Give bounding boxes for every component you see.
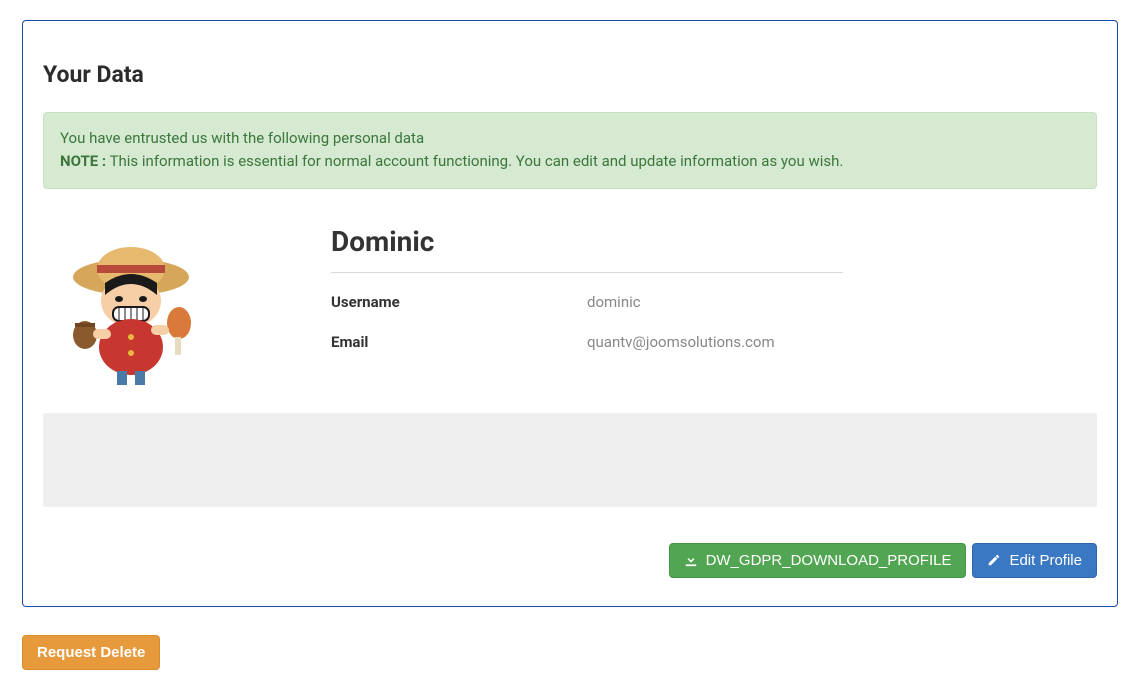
download-profile-label: DW_GDPR_DOWNLOAD_PROFILE <box>706 552 952 569</box>
profile-panel: Your Data You have entrusted us with the… <box>22 20 1118 607</box>
username-label: Username <box>331 293 587 311</box>
email-value: quantv@joomsolutions.com <box>587 333 775 351</box>
info-column: Dominic Username dominic Email quantv@jo… <box>331 225 1097 385</box>
outside-actions: Request Delete <box>22 635 1118 670</box>
field-row-username: Username dominic <box>331 293 847 311</box>
edit-icon <box>987 553 1001 567</box>
display-name: Dominic <box>331 225 847 258</box>
page-title: Your Data <box>43 61 1097 88</box>
email-label: Email <box>331 333 587 351</box>
profile-row: Dominic Username dominic Email quantv@jo… <box>43 225 1097 385</box>
extra-info-block <box>43 413 1097 507</box>
alert-note-line: NOTE : This information is essential for… <box>60 150 1080 173</box>
avatar-image <box>51 225 211 385</box>
request-delete-button[interactable]: Request Delete <box>22 635 160 670</box>
panel-actions: DW_GDPR_DOWNLOAD_PROFILE Edit Profile <box>43 543 1097 578</box>
info-alert: You have entrusted us with the following… <box>43 112 1097 189</box>
field-row-email: Email quantv@joomsolutions.com <box>331 333 847 351</box>
separator <box>331 272 843 273</box>
avatar-column <box>51 225 331 385</box>
request-delete-label: Request Delete <box>37 644 145 661</box>
edit-profile-button[interactable]: Edit Profile <box>972 543 1097 578</box>
alert-line1: You have entrusted us with the following… <box>60 127 1080 150</box>
alert-note-text: This information is essential for normal… <box>106 152 843 170</box>
download-icon <box>684 553 698 567</box>
edit-profile-label: Edit Profile <box>1009 552 1082 569</box>
username-value: dominic <box>587 293 641 311</box>
alert-note-label: NOTE : <box>60 152 106 170</box>
download-profile-button[interactable]: DW_GDPR_DOWNLOAD_PROFILE <box>669 543 967 578</box>
